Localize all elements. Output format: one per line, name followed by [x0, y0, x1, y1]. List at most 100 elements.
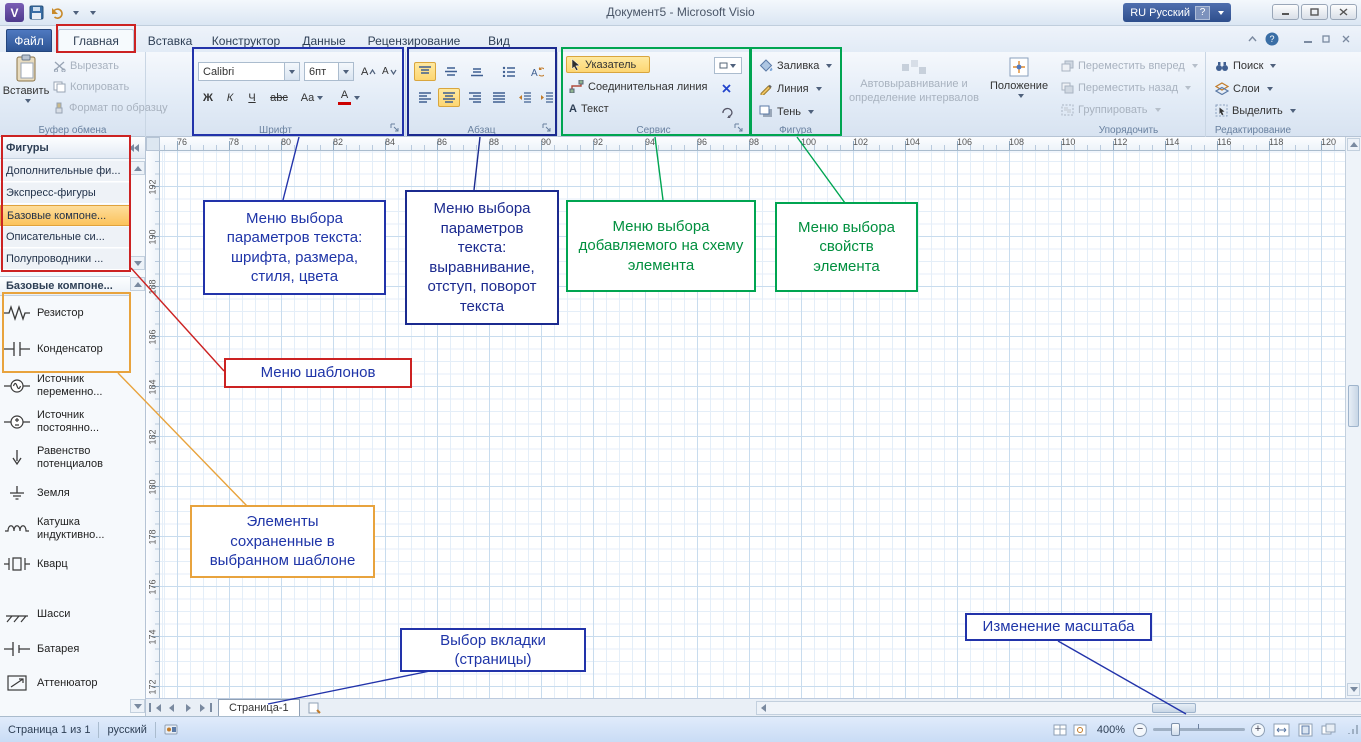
undo-icon[interactable] — [49, 7, 65, 19]
decrease-indent-button[interactable] — [514, 88, 536, 107]
bold-button[interactable]: Ж — [198, 88, 218, 107]
next-page-button[interactable] — [180, 700, 197, 715]
text-tool-button[interactable]: А Текст — [566, 102, 612, 116]
shape-master-battery[interactable]: Батарея — [2, 639, 130, 659]
zoom-slider-thumb[interactable] — [1171, 723, 1180, 736]
doc-close-icon[interactable] — [1337, 31, 1355, 47]
shape-master-resistor[interactable]: Резистор — [2, 303, 130, 323]
horizontal-scrollbar[interactable] — [756, 701, 1361, 715]
active-stencil-header[interactable]: Базовые компоне... — [0, 276, 130, 296]
cut-button[interactable]: Вырезать — [50, 59, 122, 73]
collapse-ribbon-icon[interactable] — [1243, 31, 1261, 47]
tab-view[interactable]: Вид — [478, 29, 520, 52]
font-size-caret-icon[interactable] — [338, 63, 353, 80]
stencil-item-descriptive[interactable]: Описательные си... — [0, 227, 130, 248]
first-page-button[interactable] — [146, 700, 163, 715]
insert-page-icon[interactable] — [306, 700, 323, 715]
pan-zoom-icon[interactable] — [1073, 724, 1087, 736]
zoom-in-button[interactable]: + — [1251, 722, 1265, 737]
vertical-scrollbar[interactable] — [1345, 137, 1361, 698]
shadow-button[interactable]: Тень — [756, 104, 817, 119]
shape-master-chassis[interactable]: Шасси — [2, 604, 130, 624]
help-icon[interactable]: ? — [1263, 31, 1281, 47]
horizontal-scroll-thumb[interactable] — [1152, 703, 1196, 713]
shape-master-ground[interactable]: Земля — [2, 483, 130, 503]
position-button[interactable]: Положение — [990, 56, 1048, 98]
shape-master-potential-equality[interactable]: Равенство потенциалов — [2, 445, 130, 470]
fit-page-icon[interactable] — [1273, 723, 1290, 737]
undo-dropdown-caret[interactable] — [73, 10, 79, 15]
tab-file[interactable]: Файл — [6, 29, 52, 52]
paste-button[interactable]: Вставить — [3, 54, 49, 120]
autoalign-button[interactable]: Автовыравнивание и определение интервало… — [847, 58, 981, 106]
copy-button[interactable]: Копировать — [50, 80, 132, 94]
whole-page-icon[interactable] — [1298, 723, 1313, 737]
group-shapes-button[interactable]: Группировать — [1058, 103, 1164, 117]
stencil-item-semiconductors[interactable]: Полупроводники ... — [0, 249, 130, 270]
stencil-item-additional[interactable]: Дополнительные фи... — [0, 161, 130, 182]
vertical-ruler[interactable]: 192 190 188 186 184 182 180 178 176 174 172 — [146, 151, 160, 698]
close-button[interactable] — [1330, 4, 1357, 20]
horizontal-ruler[interactable]: 76 78 80 82 84 86 88 90 92 94 96 98 100 102 104 106 108 1… — [160, 137, 1345, 151]
tab-home[interactable]: Главная — [58, 29, 134, 52]
line-button[interactable]: Линия — [756, 81, 825, 96]
prev-page-button[interactable] — [163, 700, 180, 715]
shape-master-crystal[interactable]: Кварц — [2, 554, 130, 574]
hscroll-left-icon[interactable] — [757, 702, 770, 714]
language-help-icon[interactable]: ? — [1195, 5, 1210, 20]
send-backward-button[interactable]: Переместить назад — [1058, 81, 1194, 95]
qat-customize-caret[interactable] — [90, 10, 96, 15]
font-color-button[interactable]: А — [334, 88, 364, 107]
switch-windows-icon[interactable] — [1321, 723, 1336, 736]
shape-master-attenuator[interactable]: Аттенюатор — [2, 673, 130, 693]
layers-button[interactable]: Слои — [1212, 81, 1276, 96]
stencil-scroll-up[interactable] — [130, 161, 145, 175]
find-button[interactable]: Поиск — [1212, 59, 1279, 73]
strikethrough-button[interactable]: abc — [266, 88, 292, 107]
freeform-tool-button[interactable] — [716, 102, 736, 121]
tab-review[interactable]: Рецензирование — [362, 29, 466, 52]
shapes-scroll-down[interactable] — [130, 699, 145, 713]
connector-tool-button[interactable]: Соединительная линия — [566, 79, 710, 94]
macro-record-icon[interactable] — [164, 723, 178, 736]
save-icon[interactable] — [29, 5, 44, 20]
font-family-combo[interactable]: Calibri — [198, 62, 300, 81]
shrink-font-button[interactable]: А — [379, 62, 400, 81]
change-case-button[interactable]: Aa — [296, 88, 328, 107]
font-family-caret-icon[interactable] — [284, 63, 299, 80]
scroll-up-icon[interactable] — [1347, 138, 1360, 151]
align-top-button[interactable] — [414, 62, 436, 81]
resize-grip[interactable] — [1346, 723, 1359, 736]
last-page-button[interactable] — [197, 700, 214, 715]
scroll-down-icon[interactable] — [1347, 683, 1360, 696]
pointer-tool-button[interactable]: Указатель — [566, 56, 650, 73]
align-right-button[interactable] — [464, 88, 486, 107]
zoom-level[interactable]: 400% — [1097, 724, 1125, 736]
stencil-item-quick[interactable]: Экспресс-фигуры — [0, 183, 130, 204]
tab-data[interactable]: Данные — [296, 29, 352, 52]
shape-master-dc-source[interactable]: Источник постоянно... — [2, 409, 130, 434]
italic-button[interactable]: К — [220, 88, 240, 107]
connection-point-button[interactable] — [716, 79, 736, 98]
minimize-button[interactable] — [1272, 4, 1299, 20]
shape-master-capacitor[interactable]: Конденсатор — [2, 339, 130, 359]
tab-insert[interactable]: Вставка — [142, 29, 198, 52]
maximize-button[interactable] — [1301, 4, 1328, 20]
shapes-scroll-up[interactable] — [130, 277, 145, 291]
zoom-out-button[interactable]: − — [1133, 722, 1147, 737]
shape-master-ac-source[interactable]: Источник переменно... — [2, 373, 130, 398]
doc-minimize-icon[interactable] — [1299, 31, 1317, 47]
page-tab-active[interactable]: Страница-1 — [218, 699, 300, 716]
view-mode-grid-icon[interactable] — [1053, 724, 1067, 736]
bullets-button[interactable] — [498, 62, 520, 81]
grow-font-button[interactable]: А — [358, 62, 379, 81]
language-indicator[interactable]: RU Русский ? — [1123, 3, 1231, 22]
bring-forward-button[interactable]: Переместить вперед — [1058, 59, 1201, 73]
shape-draw-dropdown[interactable] — [714, 57, 742, 74]
align-bottom-button[interactable] — [466, 62, 488, 81]
rotate-text-button[interactable]: А — [524, 62, 548, 81]
shape-master-inductor[interactable]: Катушка индуктивно... — [2, 516, 130, 541]
underline-button[interactable]: Ч — [242, 88, 262, 107]
zoom-slider[interactable] — [1153, 723, 1245, 736]
status-language[interactable]: русский — [107, 724, 146, 736]
